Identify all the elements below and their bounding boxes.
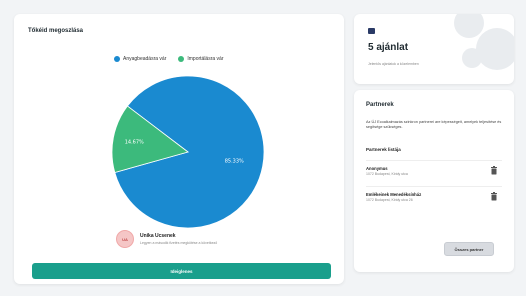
- legend-item-pending-import[interactable]: Importálásra vár: [178, 56, 224, 62]
- legend-dot-green: [178, 56, 185, 62]
- decorative-bubble: [454, 14, 484, 38]
- decorative-bubble: [476, 28, 514, 70]
- legend-label: Importálásra vár: [187, 56, 224, 62]
- legend-item-pending-upload[interactable]: Anyagbeadásra vár: [114, 56, 166, 62]
- legend-dot-blue: [114, 56, 120, 62]
- offers-count: 5 ajánlat: [368, 42, 409, 53]
- user-row: UA Unika Ucsenek Legyen a második fizeté…: [116, 230, 217, 248]
- partners-list-title: Partnerek listája: [366, 147, 401, 152]
- trash-icon[interactable]: [490, 166, 498, 175]
- all-partners-button[interactable]: Összes partner: [444, 242, 494, 256]
- pie-chart: 85.33% 14.67%: [111, 75, 265, 229]
- user-name: Unika Ucsenek: [140, 233, 176, 239]
- chart-legend: Anyagbeadásra vár Importálásra vár: [114, 56, 224, 62]
- partners-description: Az ÚJ Ecoalkalmazás szinkron partnerei a…: [366, 120, 502, 129]
- avatar: UA: [116, 230, 134, 248]
- legend-label: Anyagbeadásra vár: [123, 56, 167, 62]
- stats-card: Tőkéid megoszlása Anyagbeadásra vár Impo…: [14, 14, 344, 284]
- envelope-icon: [368, 28, 375, 34]
- partner-address: 1072 Budapest, Király utca 26: [366, 198, 413, 202]
- partner-address: 1072 Budapest, Király utca: [366, 172, 408, 176]
- slice-label-0: 85.33%: [225, 158, 244, 164]
- partner-name: Emlékeinek Menedéksínház: [366, 192, 422, 197]
- list-item: Emlékeinek Menedéksínház 1072 Budapest, …: [366, 186, 502, 210]
- stats-title: Tőkéid megoszlása: [28, 28, 84, 34]
- user-subtitle: Legyen a második fizetés megkötése a köv…: [140, 241, 218, 245]
- slice-label-1: 14.67%: [125, 139, 144, 145]
- offers-card[interactable]: 5 ajánlat Jelentős ajánlatok a közelembe…: [354, 14, 514, 84]
- partners-card: Partnerek Az ÚJ Ecoalkalmazás szinkron p…: [354, 90, 514, 272]
- partners-title: Partnerek: [366, 102, 394, 108]
- primary-action-button[interactable]: Ideiglenes: [32, 263, 331, 279]
- offers-subtitle: Jelentős ajánlatok a közelemben: [368, 62, 419, 66]
- decorative-bubble: [462, 48, 482, 68]
- list-item: Anonymus 1072 Budapest, Király utca: [366, 160, 502, 184]
- partner-name: Anonymus: [366, 166, 388, 171]
- trash-icon[interactable]: [490, 192, 498, 201]
